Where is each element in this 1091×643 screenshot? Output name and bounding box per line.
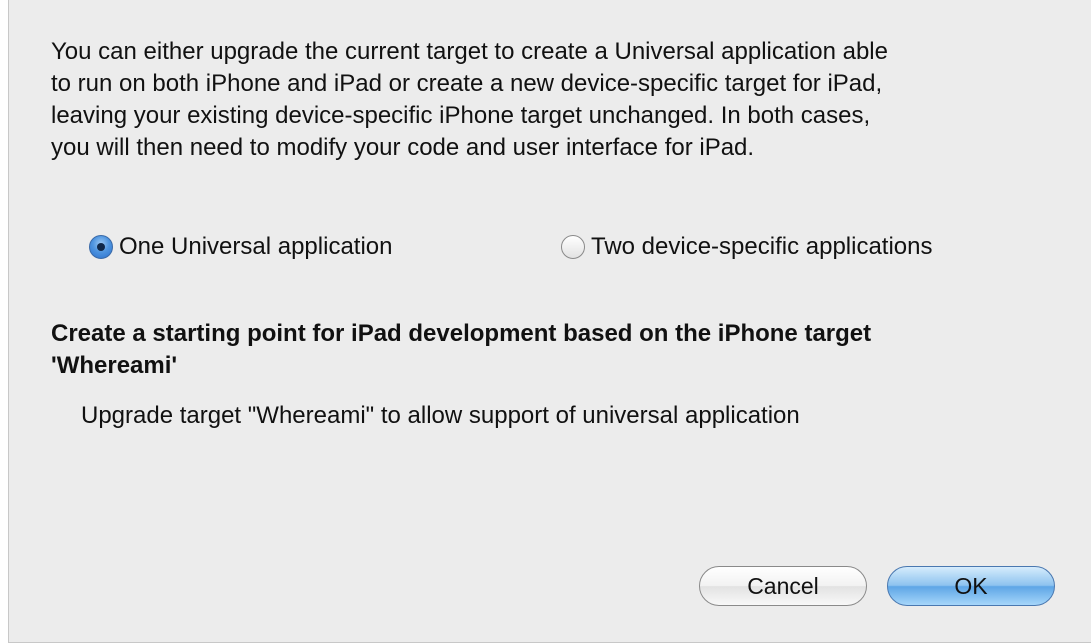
target-type-radio-group: One Universal application Two device-spe… xyxy=(9,232,1091,266)
radio-selected-icon[interactable] xyxy=(89,235,113,259)
radio-one-universal-application[interactable]: One Universal application xyxy=(89,232,392,262)
radio-unselected-icon[interactable] xyxy=(561,235,585,259)
upgrade-target-dialog: You can either upgrade the current targe… xyxy=(8,0,1091,643)
radio-two-device-specific-applications[interactable]: Two device-specific applications xyxy=(561,232,933,262)
radio-label-universal: One Universal application xyxy=(119,233,393,260)
dialog-description: You can either upgrade the current targe… xyxy=(51,38,888,161)
ok-button[interactable]: OK xyxy=(887,566,1055,606)
selected-option-heading: Create a starting point for iPad develop… xyxy=(51,320,872,379)
selected-option-detail: Upgrade target "Whereami" to allow suppo… xyxy=(81,402,800,429)
radio-label-two-device: Two device-specific applications xyxy=(591,233,933,260)
cancel-button[interactable]: Cancel xyxy=(699,566,867,606)
